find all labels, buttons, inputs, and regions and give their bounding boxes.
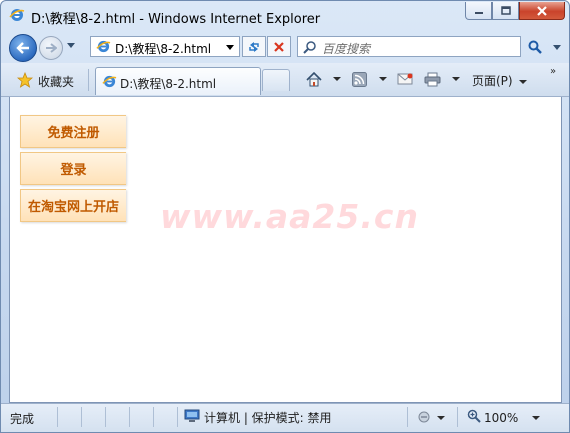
popup-dropdown-icon[interactable] xyxy=(437,416,445,420)
search-input[interactable]: 百度搜索 xyxy=(297,36,521,57)
tab-bar: 收藏夹 D:\教程\8-2.html 页面(P) » xyxy=(1,63,569,97)
feeds-dropdown-icon[interactable] xyxy=(379,77,387,81)
stop-button[interactable] xyxy=(267,36,291,57)
popup-blocker-icon[interactable] xyxy=(417,410,433,427)
computer-icon xyxy=(184,409,200,426)
login-button[interactable]: 登录 xyxy=(20,152,126,185)
address-dropdown-icon[interactable] xyxy=(226,45,234,50)
window-title: D:\教程\8-2.html - Windows Internet Explor… xyxy=(31,12,321,27)
refresh-button[interactable] xyxy=(242,36,266,57)
rss-feed-icon[interactable] xyxy=(352,72,367,90)
more-commands-chevron-icon[interactable]: » xyxy=(550,66,556,77)
page-content: 免费注册 登录 在淘宝网上开店 www.aa25.cn xyxy=(9,97,562,403)
page-menu-label: 页面(P) xyxy=(472,74,513,88)
mail-icon[interactable] xyxy=(397,72,413,89)
title-bar: D:\教程\8-2.html - Windows Internet Explor… xyxy=(1,1,569,31)
home-icon[interactable] xyxy=(306,71,322,90)
favorites-label: 收藏夹 xyxy=(38,75,75,89)
page-menu-button[interactable]: 页面(P) xyxy=(472,72,528,89)
recent-pages-dropdown[interactable] xyxy=(67,43,75,48)
security-zone[interactable]: 计算机 | 保护模式: 禁用 xyxy=(184,409,332,426)
page-icon xyxy=(96,39,111,54)
star-icon xyxy=(16,71,34,91)
search-options-dropdown[interactable] xyxy=(553,45,561,50)
open-shop-button[interactable]: 在淘宝网上开店 xyxy=(20,189,126,222)
tab-page-icon xyxy=(102,74,117,92)
back-button[interactable] xyxy=(9,34,37,62)
tab-title: D:\教程\8-2.html xyxy=(120,77,217,91)
divider xyxy=(129,407,130,427)
divider xyxy=(457,407,458,427)
page-menu-dropdown-icon xyxy=(519,79,528,84)
print-icon[interactable] xyxy=(424,72,441,90)
close-window-button[interactable] xyxy=(519,2,565,20)
security-zone-label: 计算机 | 保护模式: 禁用 xyxy=(204,411,332,425)
ie-logo-icon xyxy=(9,7,25,23)
zoom-level: 100% xyxy=(484,410,519,425)
window-controls xyxy=(465,2,565,20)
search-placeholder: 百度搜索 xyxy=(322,42,371,56)
browser-window: D:\教程\8-2.html - Windows Internet Explor… xyxy=(0,0,570,433)
zoom-magnifier-icon xyxy=(467,409,481,426)
divider xyxy=(105,407,106,427)
divider xyxy=(407,407,408,427)
search-provider-icon xyxy=(303,40,317,57)
watermark-text: www.aa25.cn xyxy=(160,197,419,236)
divider xyxy=(81,407,82,427)
divider xyxy=(177,407,178,427)
divider xyxy=(88,69,89,91)
address-bar[interactable]: D:\教程\8-2.html xyxy=(90,36,240,57)
maximize-button[interactable] xyxy=(492,2,519,20)
register-button[interactable]: 免费注册 xyxy=(20,115,126,148)
minimize-button[interactable] xyxy=(465,2,492,20)
search-icon[interactable] xyxy=(528,40,542,57)
favorites-button[interactable]: 收藏夹 xyxy=(16,71,75,91)
tab-active[interactable]: D:\教程\8-2.html xyxy=(95,67,261,95)
forward-button[interactable] xyxy=(39,36,63,60)
divider xyxy=(153,407,154,427)
home-dropdown-icon[interactable] xyxy=(333,77,341,81)
new-tab-button[interactable] xyxy=(262,69,290,91)
zoom-dropdown-icon[interactable] xyxy=(532,416,540,420)
navigation-bar: D:\教程\8-2.html 百度搜索 xyxy=(1,31,569,63)
status-text: 完成 xyxy=(10,412,35,426)
divider xyxy=(57,407,58,427)
zoom-control[interactable]: 100% xyxy=(467,409,518,426)
address-url[interactable]: D:\教程\8-2.html xyxy=(115,40,211,57)
status-bar: 完成 计算机 | 保护模式: 禁用 100% xyxy=(1,403,569,432)
print-dropdown-icon[interactable] xyxy=(452,77,460,81)
